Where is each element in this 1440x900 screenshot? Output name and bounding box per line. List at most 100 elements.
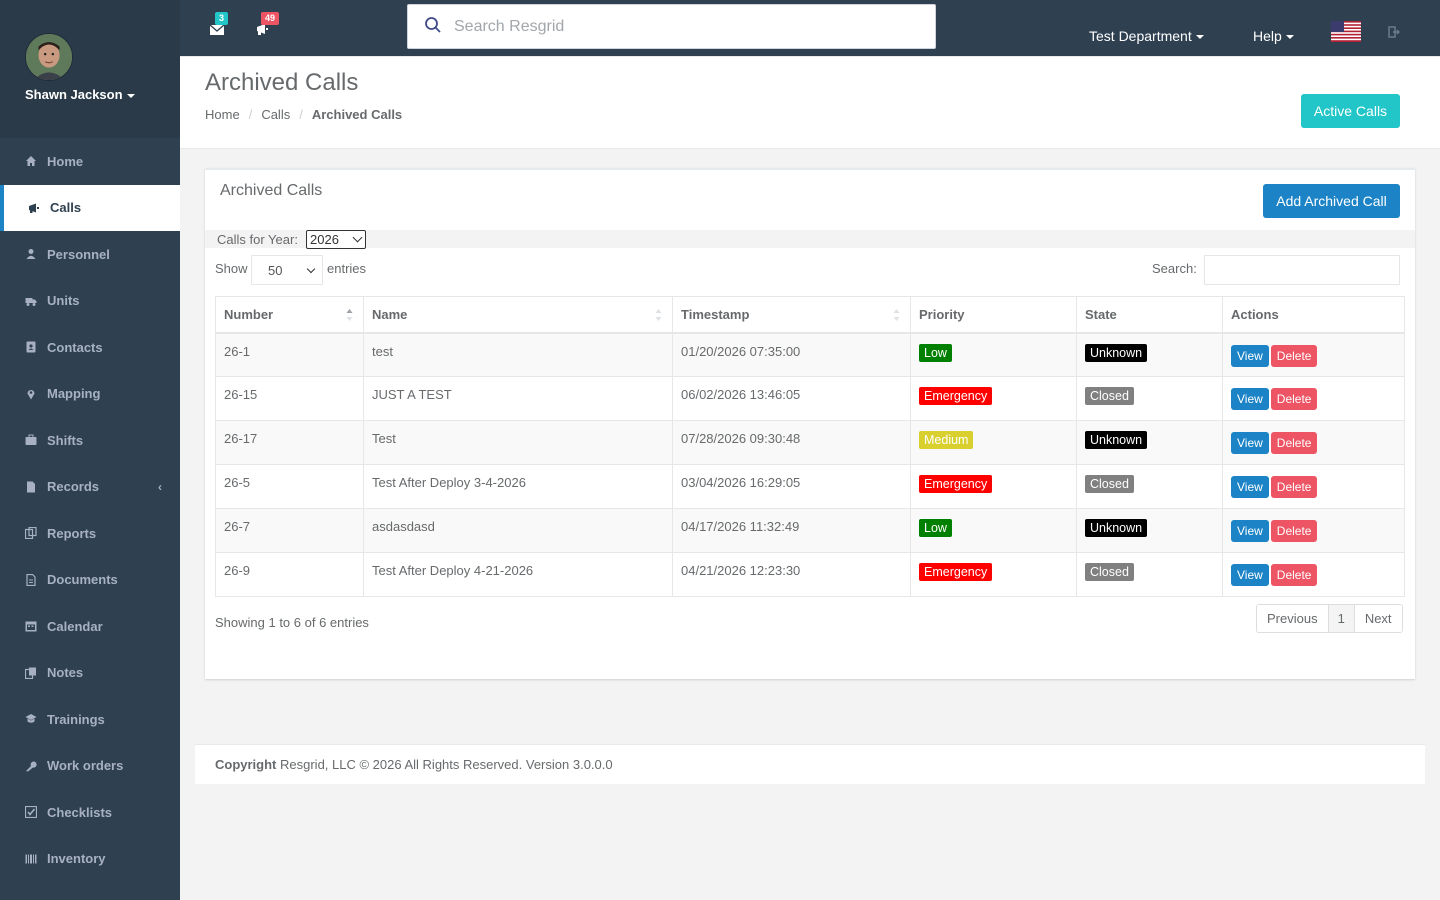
avatar[interactable] — [25, 33, 73, 81]
footer: Copyright Resgrid, LLC © 2026 All Rights… — [195, 744, 1425, 784]
sidebar-item-contacts[interactable]: Contacts — [0, 324, 180, 371]
add-archived-call-button[interactable]: Add Archived Call — [1263, 184, 1400, 218]
sidebar-item-calendar[interactable]: Calendar — [0, 603, 180, 650]
file-icon — [25, 481, 37, 493]
table-header-row: Number Name Timestamp Priority State Act… — [215, 296, 1405, 334]
truck-icon — [25, 295, 37, 307]
user-menu[interactable]: Shawn Jackson — [25, 87, 135, 102]
sidebar-item-trainings[interactable]: Trainings — [0, 696, 180, 743]
sidebar-item-inventory[interactable]: Inventory — [0, 836, 180, 883]
sidebar-item-label: Documents — [47, 572, 118, 588]
chevron-down-icon — [1285, 35, 1294, 40]
delete-button[interactable]: Delete — [1270, 564, 1318, 586]
priority-badge: Medium — [919, 431, 974, 449]
cell-number: 26-9 — [215, 552, 364, 597]
view-button[interactable]: View — [1231, 520, 1269, 542]
user-name: Shawn Jackson — [25, 87, 123, 102]
priority-badge: Emergency — [919, 563, 993, 581]
delete-button[interactable]: Delete — [1270, 388, 1318, 410]
table-row: 26-7 asdasdasd 04/17/2026 11:32:49 Low Unkno… — [215, 508, 1405, 553]
messages-button[interactable]: 3 — [209, 12, 229, 36]
view-button[interactable]: View — [1231, 476, 1269, 498]
breadcrumb-calls[interactable]: Calls — [261, 107, 290, 122]
sidebar-item-personnel[interactable]: Personnel — [0, 231, 180, 278]
column-header-number[interactable]: Number — [215, 296, 364, 334]
cell-timestamp: 04/21/2026 12:23:30 — [672, 552, 911, 597]
priority-badge: Low — [919, 519, 952, 537]
department-dropdown[interactable]: Test Department — [1089, 28, 1204, 44]
table-search-input[interactable] — [1204, 255, 1400, 285]
pagination-next[interactable]: Next — [1353, 605, 1402, 632]
sidebar-item-documents[interactable]: Documents — [0, 557, 180, 604]
us-flag-icon[interactable] — [1331, 21, 1361, 42]
view-button[interactable]: View — [1231, 432, 1269, 454]
sign-out-icon[interactable] — [1388, 26, 1401, 38]
view-button[interactable]: View — [1231, 564, 1269, 586]
sidebar-item-home[interactable]: Home — [0, 138, 180, 185]
state-badge: Closed — [1085, 387, 1134, 405]
cell-number: 26-17 — [215, 420, 364, 465]
cell-name: Test After Deploy 3-4-2026 — [363, 464, 673, 509]
cell-timestamp: 07/28/2026 09:30:48 — [672, 420, 911, 465]
cell-timestamp: 04/17/2026 11:32:49 — [672, 508, 911, 553]
entries-value: 50 — [268, 263, 283, 278]
entries-select[interactable]: 50 — [251, 255, 323, 285]
sidebar-item-notes[interactable]: Notes — [0, 650, 180, 697]
cell-name: Test After Deploy 4-21-2026 — [363, 552, 673, 597]
sidebar-item-records[interactable]: Records ‹ — [0, 464, 180, 511]
barcode-icon — [25, 853, 37, 865]
sidebar-item-units[interactable]: Units — [0, 278, 180, 325]
cell-state: Closed — [1076, 552, 1223, 597]
breadcrumb-home[interactable]: Home — [205, 107, 240, 122]
cell-priority: Low — [910, 508, 1077, 553]
table-row: 26-15 JUST A TEST 06/02/2026 13:46:05 Emerg… — [215, 376, 1405, 421]
sort-icon — [893, 309, 900, 321]
sidebar-item-label: Inventory — [47, 851, 106, 867]
sidebar-item-checklists[interactable]: Checklists — [0, 789, 180, 836]
column-header-priority: Priority — [910, 296, 1077, 334]
sidebar-item-reports[interactable]: Reports — [0, 510, 180, 557]
help-dropdown[interactable]: Help — [1253, 28, 1294, 44]
pagination-page[interactable]: 1 — [1327, 605, 1354, 632]
priority-badge: Low — [919, 343, 952, 362]
alerts-button[interactable]: 49 — [255, 12, 280, 36]
map-marker-icon — [25, 388, 37, 400]
cell-name: test — [363, 332, 673, 377]
sidebar-item-label: Trainings — [47, 711, 105, 727]
address-book-icon — [25, 341, 37, 353]
active-calls-button[interactable]: Active Calls — [1301, 94, 1400, 128]
view-button[interactable]: View — [1231, 388, 1269, 410]
delete-button[interactable]: Delete — [1270, 432, 1318, 454]
calls-table-body: 26-1 test 01/20/2026 07:35:00 Low Unknown Vie… — [215, 332, 1405, 597]
chevron-left-icon[interactable]: ‹ — [158, 480, 162, 494]
sort-asc-icon — [346, 309, 353, 321]
user-icon — [25, 248, 37, 260]
delete-button[interactable]: Delete — [1270, 344, 1318, 367]
pagination: Previous 1 Next — [1256, 604, 1403, 633]
sidebar-item-mapping[interactable]: Mapping — [0, 371, 180, 418]
year-label: Calls for Year: — [217, 232, 298, 247]
calls-table: Number Name Timestamp Priority State Act… — [215, 296, 1405, 597]
pagination-previous[interactable]: Previous — [1257, 605, 1328, 632]
sidebar-item-label: Work orders — [47, 758, 124, 774]
department-label: Test Department — [1089, 28, 1192, 44]
column-header-name[interactable]: Name — [363, 296, 673, 334]
table-row: 26-17 Test 07/28/2026 09:30:48 Medium Unknow… — [215, 420, 1405, 465]
delete-button[interactable]: Delete — [1270, 520, 1318, 542]
cell-priority: Emergency — [910, 464, 1077, 509]
sidebar-item-shifts[interactable]: Shifts — [0, 417, 180, 464]
view-button[interactable]: View — [1231, 344, 1269, 367]
megaphone-icon — [28, 202, 40, 214]
sidebar-item-work-orders[interactable]: Work orders — [0, 743, 180, 790]
entries-label: entries — [327, 261, 367, 276]
column-header-timestamp[interactable]: Timestamp — [672, 296, 911, 334]
search-icon — [425, 17, 441, 33]
messages-badge: 3 — [215, 12, 229, 25]
delete-button[interactable]: Delete — [1270, 476, 1318, 498]
cell-number: 26-7 — [215, 508, 364, 553]
sidebar-item-calls[interactable]: Calls — [0, 184, 180, 231]
chevron-down-icon — [1195, 35, 1204, 40]
global-search-input[interactable] — [454, 13, 914, 41]
year-select[interactable]: 2026 — [306, 230, 366, 249]
state-badge: Closed — [1085, 563, 1134, 581]
